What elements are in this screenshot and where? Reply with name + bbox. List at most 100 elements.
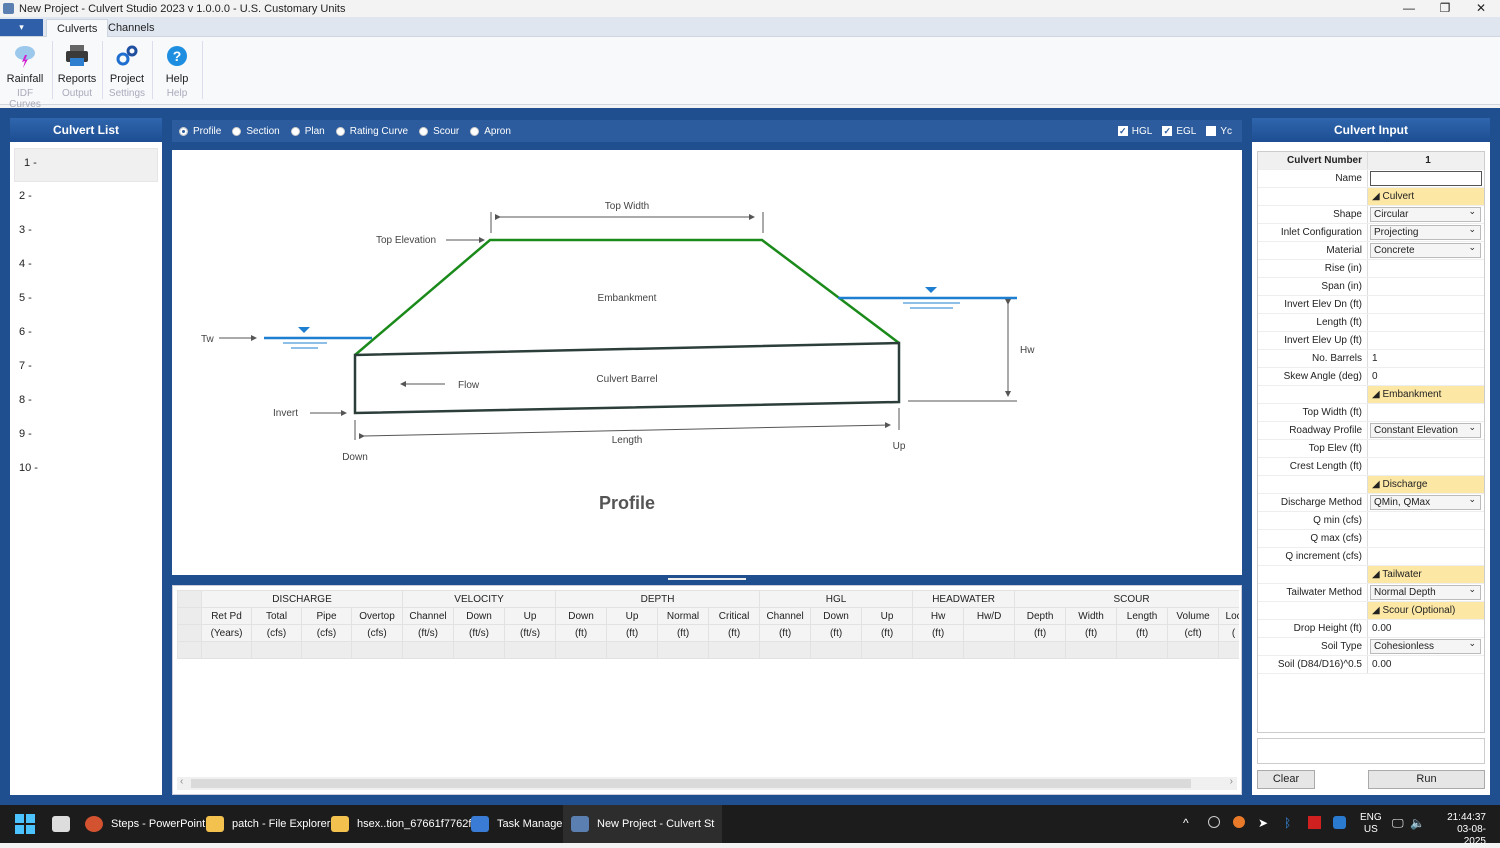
column-header[interactable]: Channel (402, 607, 455, 625)
table-cell[interactable] (1218, 641, 1239, 659)
property-dropdown[interactable]: Circular (1368, 205, 1484, 223)
minimize-button[interactable]: — (1391, 0, 1427, 17)
language-indicator[interactable]: ENG US (1360, 812, 1382, 836)
table-cell[interactable] (1014, 641, 1067, 659)
table-cell[interactable] (708, 641, 761, 659)
table-cell[interactable] (350, 641, 404, 659)
dropdown-value[interactable]: QMin, QMax (1370, 493, 1481, 510)
culvert-list-item[interactable]: 7 - (10, 352, 162, 386)
property-dropdown[interactable]: Concrete (1368, 241, 1484, 259)
property-value[interactable] (1368, 404, 1484, 421)
dropdown-value[interactable]: Normal Depth (1370, 583, 1481, 600)
property-value[interactable]: 0.00 (1368, 620, 1484, 637)
property-value[interactable] (1368, 314, 1484, 331)
property-value[interactable] (1368, 260, 1484, 277)
table-cell[interactable] (1167, 641, 1220, 659)
column-header[interactable]: Volume (1167, 607, 1220, 625)
horizontal-scrollbar[interactable]: ‹ › (177, 776, 1237, 790)
property-value[interactable] (1368, 332, 1484, 349)
column-header[interactable]: Hw/D (963, 607, 1016, 625)
taskbar-app-task-manager[interactable]: Task Manager (471, 805, 566, 843)
column-header[interactable]: Loc (1218, 607, 1239, 625)
column-header[interactable]: Down (453, 607, 506, 625)
table-cell[interactable] (861, 641, 914, 659)
security-icon[interactable] (1333, 816, 1346, 829)
property-value[interactable] (1368, 530, 1484, 547)
table-cell[interactable] (201, 641, 252, 659)
column-header[interactable]: Depth (1014, 607, 1067, 625)
panel-splitter[interactable] (668, 578, 746, 580)
table-cell[interactable] (453, 641, 506, 659)
culvert-list-item[interactable]: 5 - (10, 284, 162, 318)
tray-app-icon[interactable] (1208, 816, 1220, 828)
start-button[interactable] (15, 805, 35, 843)
property-value[interactable]: 0.00 (1368, 656, 1484, 673)
checkbox-hgl[interactable]: ✓ HGL (1117, 126, 1152, 137)
property-dropdown[interactable]: Cohesionless (1368, 637, 1484, 655)
table-cell[interactable] (810, 641, 863, 659)
column-header[interactable]: Ret Pd (201, 607, 252, 625)
property-value[interactable]: 1 (1368, 350, 1484, 367)
dropdown-value[interactable]: Concrete (1370, 241, 1481, 258)
column-header[interactable]: Up (504, 607, 557, 625)
culvert-list-item[interactable]: 2 - (10, 182, 162, 216)
tray-telegram-icon[interactable]: ➤ (1258, 816, 1268, 830)
property-value[interactable] (1368, 296, 1484, 313)
column-header[interactable]: Down (555, 607, 608, 625)
table-cell[interactable] (963, 641, 1016, 659)
tray-red-app-icon[interactable] (1308, 816, 1321, 829)
table-cell[interactable] (301, 641, 352, 659)
dropdown-value[interactable]: Projecting (1370, 223, 1481, 240)
table-cell[interactable] (606, 641, 659, 659)
checkbox-yc[interactable]: Yc (1206, 126, 1232, 137)
property-value[interactable] (1368, 458, 1484, 475)
radio-apron[interactable]: Apron (470, 126, 511, 137)
task-view-button[interactable] (52, 805, 78, 843)
culvert-list-item[interactable]: 8 - (10, 386, 162, 420)
dropdown-value[interactable]: Circular (1370, 205, 1481, 222)
file-menu-button[interactable]: ▾ (0, 19, 43, 36)
table-cell[interactable] (555, 641, 608, 659)
reports-button[interactable]: Reports (52, 41, 102, 85)
taskbar-app-powerpoint[interactable]: Steps - PowerPoint (85, 805, 205, 843)
property-value[interactable] (1368, 512, 1484, 529)
column-header[interactable]: Total (251, 607, 302, 625)
dropdown-value[interactable]: Cohesionless (1370, 637, 1481, 654)
restore-button[interactable]: ❐ (1427, 0, 1463, 17)
table-cell[interactable] (657, 641, 710, 659)
column-header[interactable]: Down (810, 607, 863, 625)
radio-scour[interactable]: Scour (419, 126, 459, 137)
tab-channels[interactable]: Channels (98, 19, 164, 38)
column-header[interactable]: Normal (657, 607, 710, 625)
column-header[interactable]: Hw (912, 607, 965, 625)
volume-icon[interactable]: 🔈 (1410, 816, 1425, 830)
close-button[interactable]: ✕ (1463, 0, 1499, 17)
help-button[interactable]: ? Help (152, 41, 202, 85)
table-cell[interactable] (1065, 641, 1118, 659)
table-cell[interactable] (251, 641, 302, 659)
culvert-list-item[interactable]: 3 - (10, 216, 162, 250)
property-value[interactable] (1368, 278, 1484, 295)
project-settings-button[interactable]: Project (102, 41, 152, 85)
table-cell[interactable] (504, 641, 557, 659)
column-header[interactable]: Critical (708, 607, 761, 625)
property-dropdown[interactable]: Constant Elevation (1368, 421, 1484, 439)
property-dropdown[interactable]: Normal Depth (1368, 583, 1484, 601)
tray-lightning-icon[interactable] (1233, 816, 1245, 828)
property-dropdown[interactable]: QMin, QMax (1368, 493, 1484, 511)
clear-button[interactable]: Clear (1257, 770, 1315, 789)
table-cell[interactable] (402, 641, 455, 659)
checkbox-egl[interactable]: ✓ EGL (1162, 126, 1196, 137)
radio-profile[interactable]: Profile (179, 126, 221, 137)
network-icon[interactable]: 🖵 (1392, 816, 1404, 831)
culvert-list-item[interactable]: 10 - (10, 454, 162, 488)
dropdown-value[interactable]: Constant Elevation (1370, 421, 1481, 438)
table-cell[interactable] (759, 641, 812, 659)
property-dropdown[interactable]: Projecting (1368, 223, 1484, 241)
taskbar-app-culvert-studio[interactable]: New Project - Culvert St (563, 805, 723, 843)
culvert-list-item[interactable]: 6 - (10, 318, 162, 352)
culvert-list-item[interactable]: 1 - (14, 148, 158, 182)
table-cell[interactable] (912, 641, 965, 659)
column-header[interactable]: Length (1116, 607, 1169, 625)
column-header[interactable]: Channel (759, 607, 812, 625)
